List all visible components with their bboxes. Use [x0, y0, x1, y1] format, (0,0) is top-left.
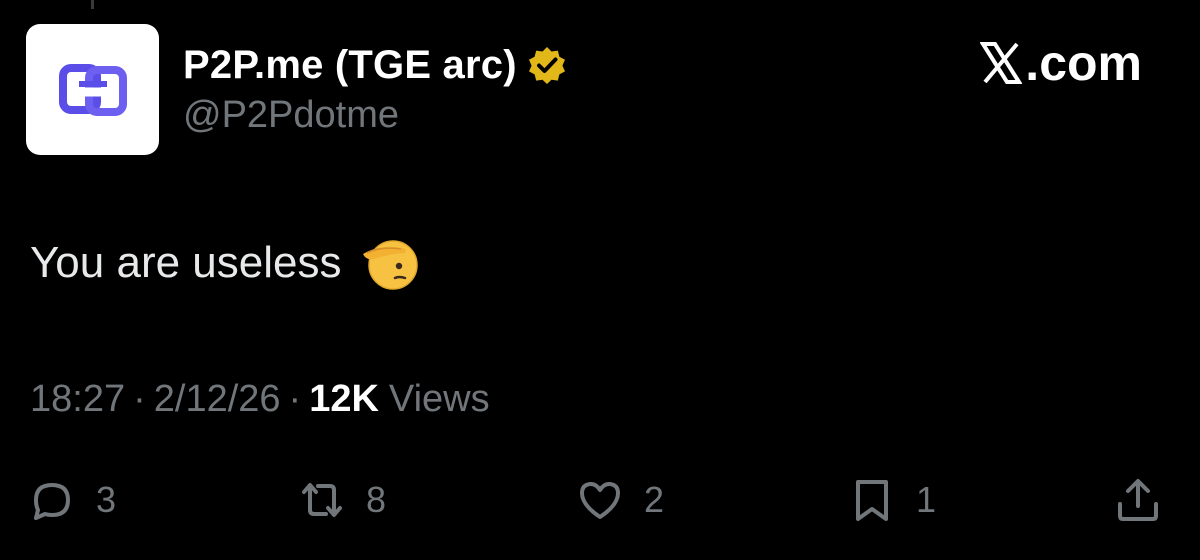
saluting-face-emoji — [363, 240, 419, 290]
reply-count: 3 — [96, 479, 117, 520]
x-brand: .com — [980, 34, 1142, 92]
name-row: P2P.me (TGE arc) — [183, 40, 567, 90]
views-count: 12K — [309, 378, 379, 420]
share-icon — [1118, 479, 1158, 521]
avatar[interactable] — [26, 24, 159, 155]
tweet-body: You are useless — [30, 232, 421, 294]
x-logo-icon — [980, 42, 1023, 84]
like-button[interactable]: 2 — [576, 470, 664, 530]
views-label: Views — [388, 378, 490, 420]
meta-separator: · — [288, 378, 302, 420]
repost-count: 8 — [366, 479, 387, 520]
tweet-time[interactable]: 18:27 — [30, 378, 125, 421]
meta-separator: · — [133, 378, 146, 420]
p2p-logo-icon — [58, 63, 127, 116]
author-handle[interactable]: @P2Pdotme — [183, 94, 567, 137]
action-bar: 3 8 2 1 — [0, 470, 1200, 530]
repost-button[interactable]: 8 — [298, 470, 386, 530]
reply-icon — [34, 483, 70, 520]
heart-icon — [580, 481, 620, 519]
tweet-meta: 18:27 · 2/12/26 · 12K Views — [30, 378, 490, 421]
author-name[interactable]: P2P.me (TGE arc) — [183, 43, 517, 88]
bookmark-icon — [856, 480, 888, 521]
like-count: 2 — [644, 479, 665, 520]
verified-badge-icon[interactable] — [527, 45, 567, 85]
tweet-date[interactable]: 2/12/26 — [154, 378, 281, 421]
brand-label: .com — [1025, 35, 1142, 91]
author-block: P2P.me (TGE arc) @P2Pdotme — [183, 40, 567, 137]
tweet-text: You are useless — [30, 238, 342, 287]
share-button[interactable] — [1114, 470, 1162, 530]
bookmark-count: 1 — [916, 479, 937, 520]
repost-icon — [302, 483, 342, 517]
reply-button[interactable]: 3 — [28, 470, 116, 530]
bookmark-button[interactable]: 1 — [848, 470, 936, 530]
thread-connector — [91, 0, 94, 9]
